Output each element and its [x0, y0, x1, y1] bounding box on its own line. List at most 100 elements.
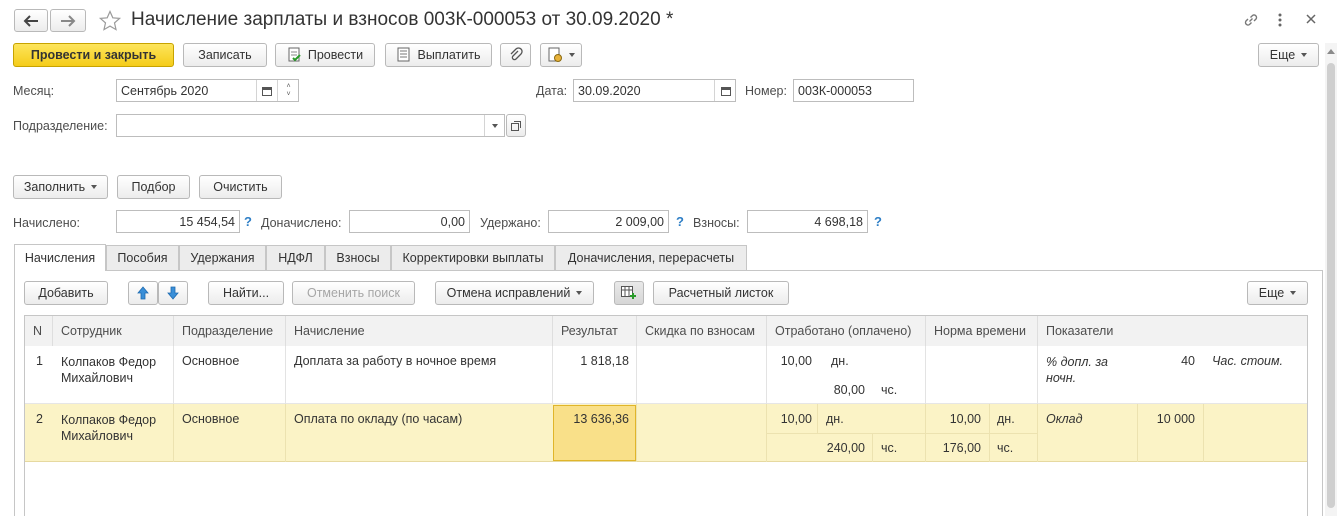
- row-result: 13 636,36: [573, 412, 629, 426]
- window-title: Начисление зарплаты и взносов 003К-00005…: [131, 9, 674, 30]
- accrued-value: 15 454,54: [179, 214, 235, 229]
- row-worked-hours: 80,00: [833, 383, 865, 397]
- column-header-result[interactable]: Результат: [553, 316, 637, 346]
- extra-accrued-field: 0,00: [349, 210, 470, 233]
- row-indicator-value: 40: [1181, 354, 1195, 368]
- row-department: Основное: [182, 412, 240, 426]
- contributions-help-icon[interactable]: ?: [874, 214, 882, 229]
- find-button[interactable]: Найти...: [208, 281, 284, 305]
- date-value: 30.09.2020: [578, 83, 641, 98]
- tab-accruals[interactable]: Начисления: [14, 244, 106, 271]
- open-department-button[interactable]: [506, 114, 526, 137]
- row-indicator-name: % допл. за ночн.: [1046, 355, 1108, 385]
- tab-deductions[interactable]: Удержания: [179, 245, 266, 270]
- save-button[interactable]: Записать: [183, 43, 267, 67]
- column-header-employee[interactable]: Сотрудник: [53, 316, 174, 346]
- post-button[interactable]: Провести: [275, 43, 375, 67]
- tab-benefits[interactable]: Пособия: [106, 245, 179, 270]
- contributions-field: 4 698,18: [747, 210, 868, 233]
- department-field[interactable]: [116, 114, 505, 137]
- favorite-star-icon[interactable]: [98, 9, 122, 36]
- scrollbar-thumb[interactable]: [1327, 63, 1335, 508]
- chevron-down-icon: [1290, 291, 1297, 295]
- column-header-contrib-discount[interactable]: Скидка по взносам: [637, 316, 767, 346]
- contributions-label: Взносы:: [693, 216, 740, 230]
- calendar-icon[interactable]: [256, 80, 276, 101]
- column-header-worked[interactable]: Отработано (оплачено): [767, 316, 926, 346]
- column-header-n[interactable]: N: [25, 316, 53, 346]
- tab-contributions[interactable]: Взносы: [325, 245, 391, 270]
- cancel-corrections-label: Отмена исправлений: [446, 286, 571, 300]
- contributions-value: 4 698,18: [814, 214, 863, 229]
- tab-payment-corrections[interactable]: Корректировки выплаты: [391, 245, 555, 270]
- row-accrual: Доплата за работу в ночное время: [294, 354, 497, 368]
- row-worked-hours-unit: чс.: [881, 441, 898, 455]
- withheld-field: 2 009,00: [548, 210, 669, 233]
- number-label: Номер:: [745, 84, 787, 98]
- withheld-help-icon[interactable]: ?: [676, 214, 684, 229]
- chevron-down-icon: [568, 53, 575, 57]
- arrow-down-icon: [167, 286, 179, 300]
- accrued-field: 15 454,54: [116, 210, 240, 233]
- row-norm-hours-unit: чс.: [997, 441, 1014, 455]
- row-worked-days: 10,00: [780, 412, 812, 426]
- move-up-button[interactable]: [128, 281, 158, 305]
- create-based-on-button[interactable]: [540, 43, 582, 67]
- select-button[interactable]: Подбор: [117, 175, 190, 199]
- post-and-close-button[interactable]: Провести и закрыть: [13, 43, 174, 67]
- add-row-button[interactable]: Добавить: [24, 281, 108, 305]
- row-indicator-name: Оклад: [1046, 412, 1083, 426]
- arrow-left-icon: [23, 14, 38, 27]
- payslip-button[interactable]: Расчетный листок: [653, 281, 789, 305]
- pay-button-label: Выплатить: [417, 48, 481, 62]
- stepper-up-icon[interactable]: ˄: [286, 83, 290, 91]
- fill-button-label: Заполнить: [23, 180, 86, 194]
- forward-button[interactable]: [50, 9, 86, 32]
- column-header-accrual[interactable]: Начисление: [286, 316, 553, 346]
- calendar-icon[interactable]: [714, 80, 735, 101]
- month-value: Сентябрь 2020: [121, 83, 209, 98]
- table-more-button[interactable]: Еще: [1247, 281, 1308, 305]
- tab-recalculations[interactable]: Доначисления, перерасчеты: [555, 245, 747, 270]
- fill-button[interactable]: Заполнить: [13, 175, 108, 199]
- withheld-label: Удержано:: [480, 216, 541, 230]
- row-number: 2: [36, 412, 43, 426]
- column-header-indicators[interactable]: Показатели: [1038, 316, 1307, 346]
- accrued-help-icon[interactable]: ?: [244, 214, 252, 229]
- row-indicator2-name: Час. стоим.: [1212, 354, 1284, 368]
- move-down-button[interactable]: [158, 281, 188, 305]
- attach-button[interactable]: [500, 43, 531, 67]
- cancel-search-button[interactable]: Отменить поиск: [292, 281, 415, 305]
- tab-ndfl[interactable]: НДФЛ: [266, 245, 325, 270]
- stepper-down-icon[interactable]: ˅: [286, 91, 290, 99]
- back-button[interactable]: [14, 9, 48, 32]
- extra-accrued-value: 0,00: [440, 214, 465, 229]
- vertical-scrollbar[interactable]: [1325, 43, 1337, 516]
- pay-button[interactable]: Выплатить: [385, 43, 492, 67]
- table-settings-button[interactable]: [614, 281, 644, 305]
- clear-button[interactable]: Очистить: [199, 175, 282, 199]
- close-icon[interactable]: [1305, 13, 1317, 28]
- month-field[interactable]: Сентябрь 2020 ˄ ˅: [116, 79, 299, 102]
- post-button-label: Провести: [307, 48, 364, 62]
- column-header-time-norm[interactable]: Норма времени: [926, 316, 1038, 346]
- kebab-menu-icon[interactable]: [1276, 11, 1284, 32]
- pay-document-icon: [397, 47, 410, 62]
- month-stepper[interactable]: ˄ ˅: [277, 80, 298, 101]
- more-button[interactable]: Еще: [1258, 43, 1319, 67]
- chevron-down-icon: [576, 291, 583, 295]
- column-header-department[interactable]: Подразделение: [174, 316, 286, 346]
- row-norm-days: 10,00: [949, 412, 981, 426]
- row-result: 1 818,18: [580, 354, 629, 368]
- link-icon[interactable]: [1242, 11, 1260, 32]
- row-number: 1: [36, 354, 43, 368]
- cancel-corrections-button[interactable]: Отмена исправлений: [435, 281, 594, 305]
- department-label: Подразделение:: [13, 119, 108, 133]
- row-worked-hours-unit: чс.: [881, 383, 898, 397]
- number-field[interactable]: 003К-000053: [793, 79, 914, 102]
- month-label: Месяц:: [13, 84, 55, 98]
- dropdown-arrow-icon[interactable]: [484, 115, 504, 136]
- row-department: Основное: [182, 354, 240, 368]
- scroll-up-icon[interactable]: [1327, 49, 1335, 54]
- date-field[interactable]: 30.09.2020: [573, 79, 736, 102]
